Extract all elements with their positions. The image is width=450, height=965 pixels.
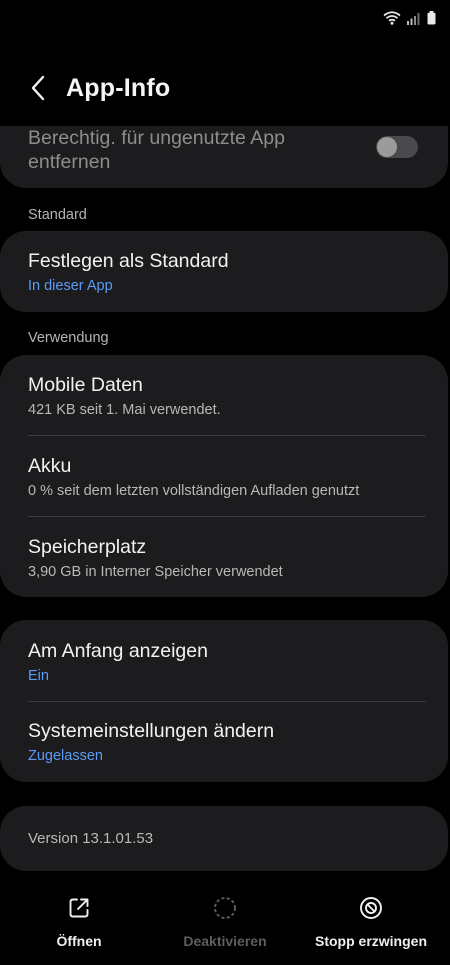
battery-icon — [427, 11, 436, 30]
modify-system-settings-item[interactable]: Systemeinstellungen ändern Zugelassen — [28, 720, 424, 764]
modify-system-settings-value: Zugelassen — [28, 748, 103, 764]
remove-permissions-toggle[interactable] — [376, 136, 418, 158]
disable-button-label: Deaktivieren — [183, 933, 267, 949]
back-button[interactable] — [22, 74, 54, 106]
status-bar — [0, 0, 450, 38]
chevron-left-icon — [30, 75, 46, 106]
mobile-data-title: Mobile Daten — [28, 374, 143, 396]
version-text: Version 13.1.01.53 — [28, 830, 154, 847]
disable-circle-icon — [213, 896, 237, 925]
bottom-action-bar: Öffnen Deaktivieren Stopp erzwingen — [0, 895, 450, 965]
section-label-standard: Standard — [28, 207, 87, 223]
set-as-default-value: In dieser App — [28, 278, 113, 294]
usage-card: Mobile Daten 421 KB seit 1. Mai verwende… — [0, 355, 448, 597]
open-button-label: Öffnen — [56, 933, 102, 949]
divider — [28, 516, 426, 517]
toggle-knob — [377, 137, 397, 157]
show-at-start-item[interactable]: Am Anfang anzeigen Ein — [28, 640, 424, 684]
advanced-card: Am Anfang anzeigen Ein Systemeinstellung… — [0, 620, 448, 782]
battery-title: Akku — [28, 455, 72, 477]
set-as-default-item[interactable]: Festlegen als Standard In dieser App — [28, 250, 424, 294]
show-at-start-value: Ein — [28, 668, 49, 684]
battery-subtitle: 0 % seit dem letzten vollständigen Aufla… — [28, 483, 360, 499]
remove-permissions-label: Berechtig. für ungenutzte App entfernen — [28, 127, 285, 173]
page-title: App-Info — [66, 74, 171, 102]
divider — [28, 435, 426, 436]
standard-card: Festlegen als Standard In dieser App — [0, 231, 448, 312]
version-card: Version 13.1.01.53 — [0, 806, 448, 871]
divider — [28, 701, 426, 702]
show-at-start-title: Am Anfang anzeigen — [28, 640, 208, 662]
open-external-icon — [68, 897, 90, 924]
storage-item[interactable]: Speicherplatz 3,90 GB in Interner Speich… — [28, 536, 424, 580]
mobile-data-item[interactable]: Mobile Daten 421 KB seit 1. Mai verwende… — [28, 374, 424, 418]
remove-permissions-card: Berechtig. für ungenutzte App entfernen — [0, 126, 448, 188]
remove-permissions-row[interactable]: Berechtig. für ungenutzte App entfernen — [0, 126, 448, 188]
storage-subtitle: 3,90 GB in Interner Speicher verwendet — [28, 564, 283, 580]
signal-icon — [407, 12, 421, 30]
mobile-data-subtitle: 421 KB seit 1. Mai verwendet. — [28, 402, 221, 418]
status-icons — [383, 11, 436, 30]
storage-title: Speicherplatz — [28, 536, 147, 558]
force-stop-icon — [359, 896, 383, 925]
app-bar: App-Info — [0, 62, 450, 116]
disable-button: Deaktivieren — [150, 895, 300, 949]
set-as-default-title: Festlegen als Standard — [28, 250, 229, 272]
section-label-usage: Verwendung — [28, 330, 109, 346]
wifi-icon — [383, 11, 401, 30]
force-stop-button[interactable]: Stopp erzwingen — [296, 895, 446, 949]
battery-item[interactable]: Akku 0 % seit dem letzten vollständigen … — [28, 455, 424, 499]
modify-system-settings-title: Systemeinstellungen ändern — [28, 720, 275, 742]
open-button[interactable]: Öffnen — [4, 895, 154, 949]
force-stop-button-label: Stopp erzwingen — [315, 933, 427, 949]
